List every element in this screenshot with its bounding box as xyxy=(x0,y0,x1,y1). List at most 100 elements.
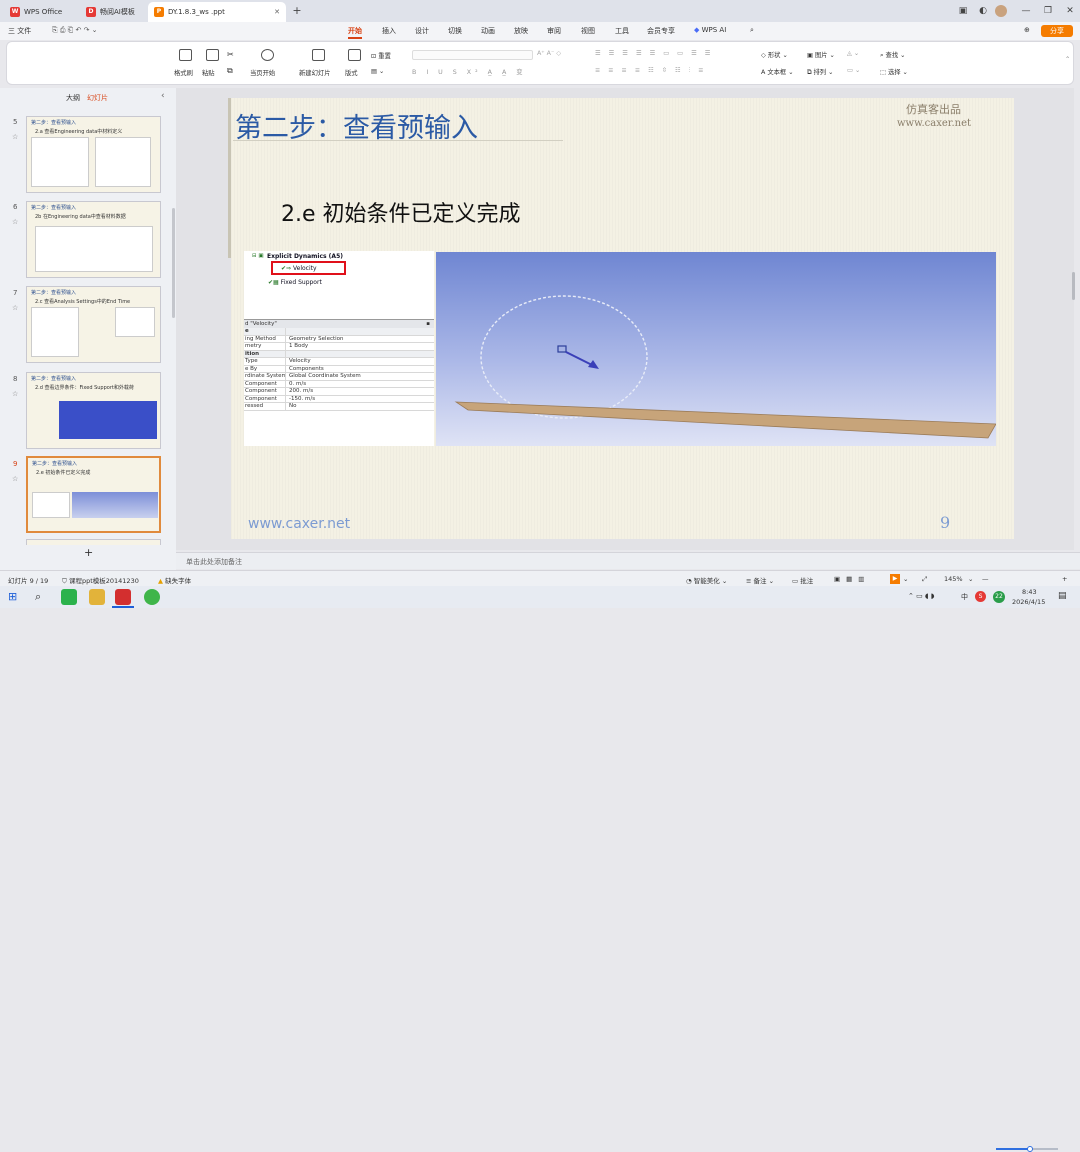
layout-button[interactable]: 版式 xyxy=(345,68,358,77)
reset-button[interactable]: ⊡ 重置 xyxy=(371,51,391,60)
font-family-select[interactable] xyxy=(412,50,533,60)
zoom-out-button[interactable]: — xyxy=(982,575,989,583)
outline-button[interactable]: ▭ ⌄ xyxy=(847,67,860,74)
slide-thumbnail-9[interactable]: 第二步：查看预输入 2.e 初始条件已定义完成 xyxy=(26,456,161,533)
file-menu[interactable]: 三 文件 xyxy=(8,26,31,36)
paste-button[interactable]: 粘贴 xyxy=(202,68,215,77)
menu-transition[interactable]: 切换 xyxy=(448,26,462,36)
close-window-icon[interactable]: ✕ xyxy=(1062,3,1078,19)
menu-animation[interactable]: 动画 xyxy=(481,26,495,36)
alignment-buttons[interactable]: ≡ ≡ ≡ ≡ ☷ ⇳ ☷ ⫶ ≡ xyxy=(595,67,707,75)
fit-window-icon[interactable]: ⤢ xyxy=(922,575,927,584)
notes-pane[interactable]: 单击此处添加备注 xyxy=(176,552,1080,569)
star-icon[interactable]: ☆ xyxy=(12,390,18,398)
play-current-button[interactable]: 当页开始 xyxy=(250,68,275,77)
menu-member[interactable]: 会员专享 xyxy=(647,26,675,36)
input-language[interactable]: 中 xyxy=(961,592,968,602)
menu-tools[interactable]: 工具 xyxy=(615,26,629,36)
zoom-dropdown-icon[interactable]: ⌄ xyxy=(968,575,973,583)
tab-ai-template[interactable]: D 畅阅AI模板 xyxy=(80,2,141,22)
close-tab-icon[interactable]: ✕ xyxy=(274,8,280,16)
format-painter-icon[interactable] xyxy=(179,49,192,61)
minimize-icon[interactable]: — xyxy=(1018,3,1034,19)
zoom-level[interactable]: 145% xyxy=(944,575,963,583)
menu-review[interactable]: 审阅 xyxy=(547,26,561,36)
share-button[interactable]: 分享 xyxy=(1041,25,1073,37)
image-button[interactable]: ▣ 图片 ⌄ xyxy=(807,50,835,59)
windows-start-icon[interactable]: ⊞ xyxy=(8,590,17,603)
tab-slides[interactable]: 幻灯片 xyxy=(87,93,108,103)
panel-scrollbar[interactable] xyxy=(172,208,175,318)
menu-design[interactable]: 设计 xyxy=(415,26,429,36)
missing-font-warning[interactable]: ▲ 缺失字体 xyxy=(158,575,191,585)
star-icon[interactable]: ☆ xyxy=(12,475,18,483)
antivirus-icon[interactable]: S xyxy=(975,591,986,602)
play-icon[interactable] xyxy=(261,49,274,61)
notification-center-icon[interactable]: ▤ xyxy=(1058,591,1067,601)
shape-button[interactable]: ◇ 形状 ⌄ xyxy=(761,50,788,59)
tab-wps-office[interactable]: W WPS Office xyxy=(4,2,68,22)
zoom-slider-thumb[interactable] xyxy=(1027,1146,1033,1152)
format-painter-button[interactable]: 格式刷 xyxy=(174,68,193,77)
search-icon[interactable]: ⌕ xyxy=(750,26,754,35)
fill-button[interactable]: ◬ ⌄ xyxy=(847,50,859,57)
arrange-button[interactable]: ⧉ 排列 ⌄ xyxy=(807,67,833,77)
play-slideshow-button[interactable]: ▶ xyxy=(890,574,900,584)
wps-taskbar-icon[interactable] xyxy=(115,589,131,605)
canvas-scrollbar[interactable] xyxy=(1072,272,1075,300)
select-button[interactable]: ⬚ 选择 ⌄ xyxy=(880,67,908,76)
slide-thumbnail-5[interactable]: 第二步：查看预输入 2.a 查看Engineering data中材料定义 xyxy=(26,116,161,193)
notification-badge[interactable]: 22 xyxy=(993,591,1005,603)
paragraph-buttons[interactable]: ☰ ☰ ☰ ☰ ☰ ▭ ▭ ☰ ☰ xyxy=(595,50,713,57)
paste-icon[interactable] xyxy=(206,49,219,61)
maximize-icon[interactable]: ❐ xyxy=(1040,3,1056,19)
star-icon[interactable]: ☆ xyxy=(12,304,18,312)
star-icon[interactable]: ☆ xyxy=(12,218,18,226)
tab-outline[interactable]: 大纲 xyxy=(66,93,80,103)
details-row: metry 1 Body xyxy=(244,343,434,351)
cut-icon[interactable]: ✂ xyxy=(227,50,234,59)
add-tab-button[interactable]: + xyxy=(289,3,305,19)
tab-current-document[interactable]: P DY.1.8.3_ws .ppt ✕ xyxy=(148,2,286,22)
menu-insert[interactable]: 插入 xyxy=(382,26,396,36)
comments-button[interactable]: ▭ 批注 xyxy=(792,575,813,585)
textbox-button[interactable]: A 文本框 ⌄ xyxy=(761,67,793,76)
menu-slideshow[interactable]: 放映 xyxy=(514,26,528,36)
file-explorer-icon[interactable] xyxy=(89,589,105,605)
section-icon[interactable]: ▤ ⌄ xyxy=(371,68,384,75)
system-tray-icons[interactable]: ⌃ ▭ ◖ ◗ xyxy=(908,592,935,600)
slide-thumbnail-10[interactable] xyxy=(26,539,161,545)
find-button[interactable]: ⌕ 查找 ⌄ xyxy=(880,50,905,60)
star-icon[interactable]: ☆ xyxy=(12,133,18,141)
play-options-icon[interactable]: ⌄ xyxy=(903,575,908,583)
add-slide-button[interactable]: + xyxy=(84,546,93,559)
menu-wps-ai[interactable]: ◆ WPS AI xyxy=(694,26,726,34)
collapse-panel-icon[interactable]: ‹ xyxy=(161,91,165,101)
view-mode-buttons[interactable]: ▣▦▥ xyxy=(834,575,870,583)
green-app-icon[interactable] xyxy=(144,589,160,605)
title-tab-bar: W WPS Office D 畅阅AI模板 P DY.1.8.3_ws .ppt… xyxy=(0,0,1080,22)
cloud-sync-icon[interactable]: ⊕ xyxy=(1024,26,1030,34)
slide-thumbnail-8[interactable]: 第二步：查看预输入 2.d 查看边界条件：Fixed Support和外载荷 xyxy=(26,372,161,449)
new-slide-button[interactable]: 新建幻灯片 xyxy=(299,68,330,77)
tile-window-icon[interactable]: ▣ xyxy=(955,3,971,19)
skin-icon[interactable]: ◐ xyxy=(975,3,991,19)
taskbar-search-icon[interactable]: ⌕ xyxy=(35,590,41,604)
slide-thumbnail-7[interactable]: 第二步：查看预输入 2.c 查看Analysis Settings中的End T… xyxy=(26,286,161,363)
avatar[interactable] xyxy=(995,5,1007,17)
wechat-icon[interactable] xyxy=(61,589,77,605)
text-format-buttons[interactable]: B I U S X² A̲ A̲ 变 xyxy=(412,67,527,76)
layout-icon[interactable] xyxy=(348,49,361,61)
font-size-buttons[interactable]: A⁺ A⁻ ◇ xyxy=(537,50,561,57)
menu-home[interactable]: 开始 xyxy=(348,26,362,39)
notes-toggle-button[interactable]: ≡ 备注 ⌄ xyxy=(746,575,774,585)
new-slide-icon[interactable] xyxy=(312,49,325,61)
slide-thumbnail-6[interactable]: 第二步：查看预输入 2b 在Engineering data中查看材料数据 xyxy=(26,201,161,278)
zoom-in-button[interactable]: + xyxy=(1062,575,1067,583)
quick-access-icons[interactable]: ⎘ ⎙ ⎗ ↶ ↷ ⌄ xyxy=(52,26,98,35)
copy-icon[interactable]: ⧉ xyxy=(227,66,233,76)
template-name[interactable]: ⛉ 课程ppt模板20141230 xyxy=(62,575,139,586)
menu-view[interactable]: 视图 xyxy=(581,26,595,36)
collapse-ribbon-icon[interactable]: ⌃ xyxy=(1065,56,1070,63)
smart-beautify-button[interactable]: ◔ 智能美化 ⌄ xyxy=(686,575,727,585)
